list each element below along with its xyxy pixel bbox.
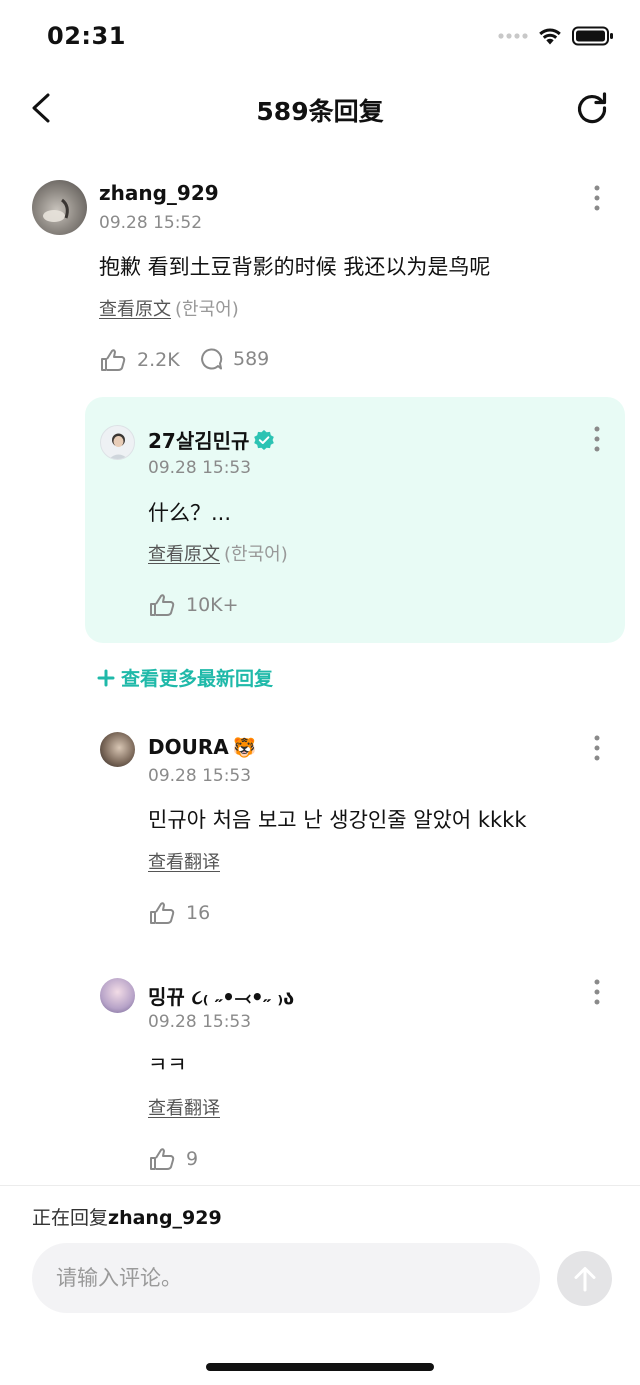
nav-bar: 589条回复 <box>0 78 640 138</box>
view-translation-link[interactable]: 查看翻译 <box>148 1098 220 1119</box>
like-hand-icon <box>150 1148 175 1170</box>
comment-input[interactable] <box>32 1243 540 1313</box>
like-hand-icon <box>101 349 126 371</box>
status-icons <box>498 26 614 46</box>
like-stat[interactable]: 16 <box>148 900 210 926</box>
like-count: 10K+ <box>186 594 239 616</box>
speech-bubble-icon <box>201 348 223 370</box>
like-count: 2.2K <box>137 349 180 371</box>
replying-to-label: 正在回复zhang_929 <box>32 1203 222 1230</box>
wifi-icon <box>539 28 561 45</box>
verified-badge-icon <box>254 429 275 450</box>
language-label: (한국어) <box>224 544 288 565</box>
view-more-replies-label: 查看更多最新回复 <box>121 668 274 690</box>
view-original: 查看原文 (한국어) <box>99 295 239 321</box>
reply-username: DOURA 🐯 <box>148 735 256 759</box>
more-options-icon[interactable] <box>585 733 609 763</box>
avatar[interactable] <box>100 978 135 1013</box>
comment-text: 抱歉 看到土豆背影的时候 我还以为是鸟呢 <box>99 255 491 279</box>
reply-timestamp: 09.28 15:53 <box>148 458 252 478</box>
avatar-photo-icon <box>43 198 69 222</box>
view-more-replies-button[interactable]: 查看更多最新回复 <box>97 664 273 691</box>
reply-timestamp: 09.28 15:53 <box>148 766 252 786</box>
reply-text: 민규아 처음 보고 난 생강인줄 알았어 kkkk <box>148 808 527 832</box>
status-bar: 02:31 <box>0 0 640 72</box>
comment-timestamp: 09.28 15:52 <box>99 213 203 233</box>
replying-user: zhang_929 <box>108 1207 222 1229</box>
send-arrow-up-icon <box>574 1266 595 1291</box>
battery-icon <box>572 26 613 46</box>
send-button[interactable] <box>557 1251 612 1306</box>
reply-text: 什么？... <box>148 501 232 525</box>
view-translation: 查看翻译 <box>148 848 220 874</box>
home-indicator <box>206 1363 434 1371</box>
replying-prefix: 正在回复 <box>32 1207 109 1229</box>
view-original-link[interactable]: 查看原文 <box>99 299 171 320</box>
like-stat[interactable]: 2.2K <box>99 347 180 373</box>
view-original-link[interactable]: 查看原文 <box>148 544 220 565</box>
reply-timestamp: 09.28 15:53 <box>148 1012 252 1032</box>
like-stat[interactable]: 9 <box>148 1146 198 1172</box>
like-hand-icon <box>150 902 175 924</box>
reply-stat[interactable]: 589 <box>199 347 269 371</box>
avatar[interactable] <box>100 732 135 767</box>
reply-text: ㅋㅋ <box>148 1053 187 1077</box>
status-time: 02:31 <box>47 22 126 50</box>
refresh-icon[interactable] <box>574 90 610 126</box>
like-stat[interactable]: 10K+ <box>148 592 239 618</box>
more-options-icon[interactable] <box>585 977 609 1007</box>
tiger-emoji: 🐯 <box>232 736 257 759</box>
reply-username: 밍뀨 ૮₍ ˶•⤙•˶ ₎ა <box>148 981 294 1010</box>
reply-count: 589 <box>233 348 270 370</box>
like-hand-icon <box>150 594 175 616</box>
page-title: 589条回复 <box>256 97 384 126</box>
composer-divider <box>0 1185 640 1186</box>
reply-username: 27살김민규 <box>148 425 275 454</box>
reply-username-text[interactable]: 27살김민규 <box>148 425 249 454</box>
reply-username-text[interactable]: 밍뀨 ૮₍ ˶•⤙•˶ ₎ა <box>148 981 294 1010</box>
more-options-icon[interactable] <box>585 424 609 454</box>
like-count: 9 <box>186 1148 199 1170</box>
avatar[interactable] <box>32 180 87 235</box>
view-translation: 查看翻译 <box>148 1094 220 1120</box>
view-translation-link[interactable]: 查看翻译 <box>148 852 220 873</box>
language-label: (한국어) <box>175 299 239 320</box>
avatar[interactable] <box>100 425 135 460</box>
comment-username[interactable]: zhang_929 <box>99 181 219 205</box>
cellular-signal-icon <box>498 33 528 39</box>
like-count: 16 <box>186 902 211 924</box>
plus-icon <box>97 669 115 686</box>
reply-username-text[interactable]: DOURA <box>148 735 229 759</box>
more-options-icon[interactable] <box>585 183 609 213</box>
view-original: 查看原文 (한국어) <box>148 540 288 566</box>
